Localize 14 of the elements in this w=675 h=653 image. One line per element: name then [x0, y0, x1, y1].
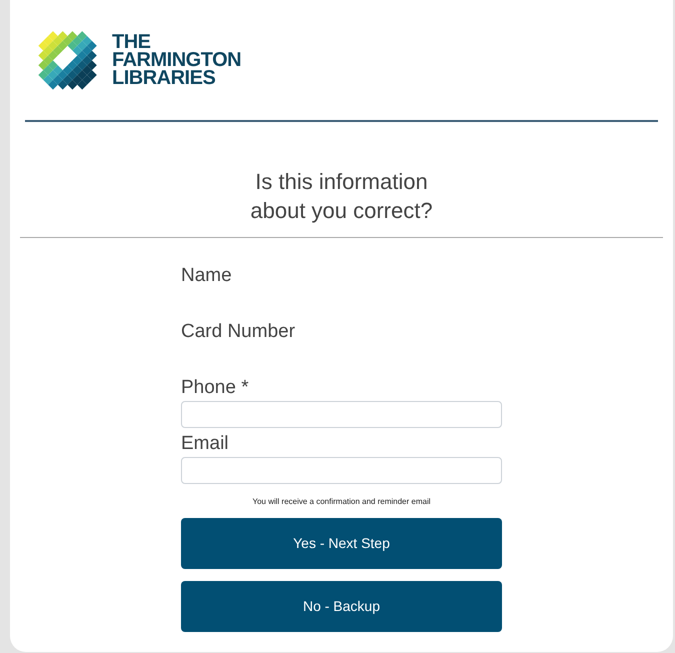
field-label: Phone *	[181, 376, 250, 400]
action-button[interactable]: Yes - Next Step	[181, 518, 502, 569]
field-label: Email	[181, 432, 230, 456]
input-field[interactable]	[181, 457, 502, 484]
heading-text: Is this information	[255, 168, 428, 196]
heading-text: about you correct?	[250, 197, 433, 225]
logo-text: FARMINGTON	[112, 50, 242, 68]
input-field[interactable]	[181, 401, 502, 428]
field-label: Card Number	[181, 320, 296, 344]
action-button[interactable]: No - Backup	[181, 581, 502, 632]
field-label: Name	[181, 264, 233, 288]
logo-text: THE	[112, 32, 150, 50]
logo-text: LIBRARIES	[112, 68, 216, 86]
email-note: You will receive a confirmation and reminder email	[251, 496, 432, 508]
